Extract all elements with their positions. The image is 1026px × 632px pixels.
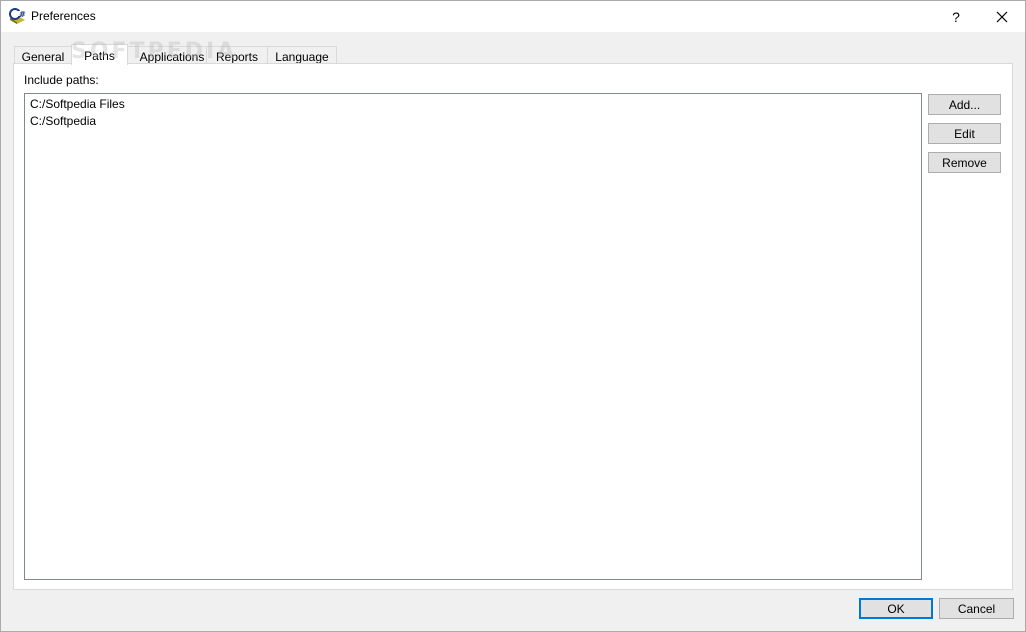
svg-text:#: #: [19, 10, 26, 19]
window-title: Preferences: [31, 9, 96, 23]
remove-button[interactable]: Remove: [928, 152, 1001, 173]
list-item[interactable]: C:/Softpedia Files: [30, 97, 125, 111]
include-paths-label: Include paths:: [24, 73, 99, 87]
edit-button[interactable]: Edit: [928, 123, 1001, 144]
cancel-button[interactable]: Cancel: [939, 598, 1014, 619]
list-item[interactable]: C:/Softpedia: [30, 114, 96, 128]
close-button[interactable]: [979, 1, 1025, 32]
include-paths-list[interactable]: C:/Softpedia Files C:/Softpedia: [24, 93, 922, 580]
title-bar[interactable]: # Preferences ?: [1, 1, 1025, 32]
ok-button[interactable]: OK: [859, 598, 933, 619]
preferences-window: # Preferences ? SOFTPEDIA General Paths …: [0, 0, 1026, 632]
close-icon: [996, 11, 1008, 22]
paths-panel: Include paths: C:/Softpedia Files C:/Sof…: [13, 63, 1013, 590]
app-icon: #: [9, 8, 26, 25]
tab-paths[interactable]: Paths: [71, 44, 128, 65]
add-button[interactable]: Add...: [928, 94, 1001, 115]
help-button[interactable]: ?: [933, 1, 979, 32]
